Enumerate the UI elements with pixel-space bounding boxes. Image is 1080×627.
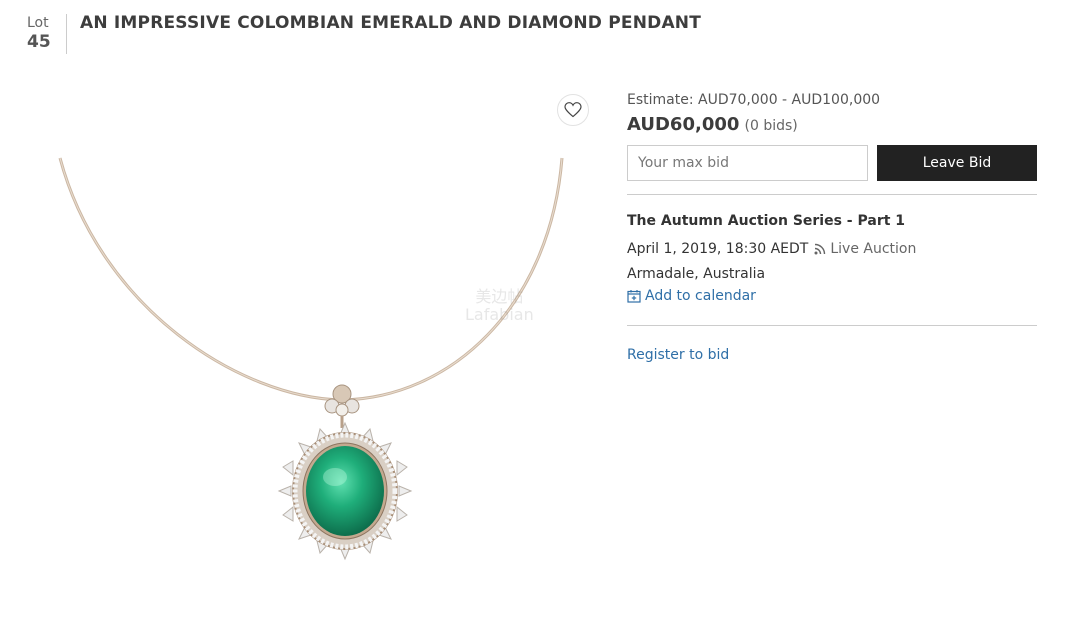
rss-icon [814,243,826,255]
max-bid-input[interactable] [627,145,868,181]
leave-bid-button[interactable]: Leave Bid [877,145,1037,181]
bid-form: Leave Bid [627,145,1037,181]
add-to-calendar-link[interactable]: Add to calendar [627,287,1037,305]
live-auction-badge: Live Auction [814,240,916,258]
price-row: AUD60,000 (0 bids) [627,114,1037,137]
pendant-image [58,157,564,561]
diamond-halo [277,421,413,561]
current-price: AUD60,000 [627,114,740,135]
auction-title-link[interactable]: The Autumn Auction Series - Part 1 [627,212,1037,230]
auction-date: April 1, 2019, 18:30 AEDT [627,241,809,257]
lot-number-block: Lot 45 [27,14,67,52]
bid-count: (0 bids) [744,118,798,134]
add-to-calendar-label: Add to calendar [645,288,756,304]
auction-location: Armadale, Australia [627,266,766,282]
divider [627,325,1037,326]
product-image[interactable]: 美边帖 Lafabian [40,88,600,588]
heart-icon [564,102,582,118]
favorite-button[interactable] [557,94,589,126]
emerald-stone [306,446,384,536]
lot-info-panel: Estimate: AUD70,000 - AUD100,000 AUD60,0… [627,90,1037,364]
estimate-text: Estimate: AUD70,000 - AUD100,000 [627,92,881,108]
page-title: AN IMPRESSIVE COLOMBIAN EMERALD AND DIAM… [80,13,702,33]
lot-divider [66,14,67,54]
divider [627,194,1037,195]
live-auction-label: Live Auction [830,241,917,257]
auction-date-row: April 1, 2019, 18:30 AEDT Live Auction [627,240,1037,258]
lot-label: Lot [27,15,49,31]
lot-number: 45 [27,32,51,52]
register-to-bid-link[interactable]: Register to bid [627,346,1037,364]
calendar-plus-icon [627,290,641,303]
watermark: 美边帖 Lafabian [465,287,534,324]
pendant-bail [324,384,360,428]
